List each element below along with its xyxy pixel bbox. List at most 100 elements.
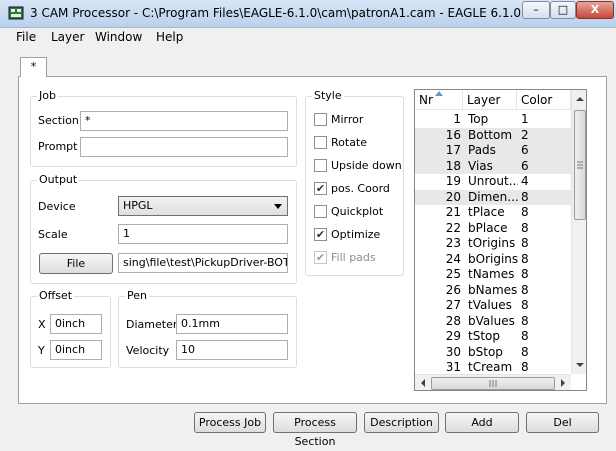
title-bar: 3 CAM Processor - C:\Program Files\EAGLE…: [0, 0, 616, 28]
process-job-button[interactable]: Process Job: [194, 412, 266, 433]
file-button[interactable]: File: [39, 253, 113, 274]
offset-y-label: Y: [38, 344, 45, 357]
upside-down-check-box[interactable]: [314, 159, 327, 172]
job-group-title: Job: [37, 89, 58, 102]
scroll-right-icon[interactable]: [556, 375, 570, 391]
layer-nr: 1: [453, 112, 461, 126]
layer-color: 8: [521, 360, 529, 374]
layer-row[interactable]: 21 tPlace 8: [415, 205, 571, 221]
horizontal-scrollbar[interactable]: [415, 374, 571, 391]
layer-row[interactable]: 27 tValues 8: [415, 298, 571, 314]
layer-color: 8: [521, 189, 529, 204]
layer-nr: 24: [445, 251, 461, 266]
layer-row[interactable]: 26 bNames 8: [415, 283, 571, 299]
color-header-label: Color: [521, 93, 553, 107]
layer-row[interactable]: 17 Pads 6: [415, 143, 571, 159]
vertical-scroll-thumb[interactable]: [574, 110, 586, 220]
layer-color: 6: [521, 158, 529, 173]
layer-name: bOrigins: [468, 251, 518, 266]
close-button[interactable]: X: [576, 1, 614, 19]
layer-color: 4: [521, 174, 529, 188]
layer-row[interactable]: 24 bOrigins 8: [415, 252, 571, 268]
offset-y-input[interactable]: 0inch: [50, 340, 102, 360]
output-group-title: Output: [37, 173, 80, 186]
layer-nr: 18: [445, 158, 461, 173]
grip-icon: [489, 380, 497, 387]
column-header-color[interactable]: Color: [517, 90, 571, 110]
layer-nr: 20: [445, 189, 461, 204]
grip-icon: [577, 161, 583, 169]
menu-window[interactable]: Window: [95, 30, 142, 44]
description-button[interactable]: Description: [364, 412, 439, 433]
layer-name: Top: [468, 112, 489, 126]
layer-name: tCream: [468, 360, 513, 374]
diameter-input[interactable]: 0.1mm: [176, 314, 288, 334]
layer-name: Bottom: [468, 127, 513, 142]
layer-color: 2: [521, 127, 529, 142]
layer-nr: 23: [445, 236, 461, 250]
layer-color: 8: [521, 267, 529, 281]
rotate-check-box[interactable]: [314, 136, 327, 149]
layer-row[interactable]: 1 Top 1: [415, 112, 571, 128]
quickplot-check-box[interactable]: [314, 205, 327, 218]
minimize-button[interactable]: –: [522, 1, 550, 19]
window-title: 3 CAM Processor - C:\Program Files\EAGLE…: [30, 6, 574, 20]
scale-input[interactable]: 1: [118, 224, 288, 244]
layer-row[interactable]: 23 tOrigins 8: [415, 236, 571, 252]
menu-layer[interactable]: Layer: [51, 30, 84, 44]
layer-row[interactable]: 28 bValues 8: [415, 314, 571, 330]
layer-nr: 26: [445, 282, 461, 297]
menu-file[interactable]: File: [16, 30, 36, 44]
layer-name: Vias: [468, 158, 493, 173]
section-input[interactable]: *: [80, 111, 288, 131]
layer-row[interactable]: 16 Bottom 2: [415, 127, 571, 143]
layer-nr: 22: [445, 220, 461, 235]
horizontal-scroll-thumb[interactable]: [431, 377, 555, 390]
layer-row[interactable]: 19 Unrout... 4: [415, 174, 571, 190]
process-section-button[interactable]: Process Section: [273, 412, 357, 448]
checkmark-icon[interactable]: ✔: [314, 182, 327, 195]
layer-nr: 31: [445, 360, 461, 374]
layer-color: 8: [521, 298, 529, 312]
add-button[interactable]: Add: [445, 412, 519, 433]
scroll-left-icon[interactable]: [416, 375, 430, 391]
sort-ascending-icon: [435, 91, 443, 96]
mirror-check-box[interactable]: [314, 113, 327, 126]
layer-color: 8: [521, 282, 529, 297]
tab-section[interactable]: *: [20, 57, 47, 77]
layer-color: 6: [521, 143, 529, 157]
layer-color: 8: [521, 205, 529, 219]
layer-row[interactable]: 25 tNames 8: [415, 267, 571, 283]
layer-color: 8: [521, 220, 529, 235]
layer-rows: 1 Top 1 16 Bottom 2 17 Pads 6 18 Vias 6 19 Unrout... 4…: [415, 112, 571, 390]
fill-pads-label: Fill pads: [331, 251, 376, 264]
column-header-nr[interactable]: Nr: [415, 90, 463, 110]
layer-list[interactable]: Nr Layer Color 1 Top 1 16 Bottom 2 17 Pads 6 18 Vi…: [414, 89, 587, 391]
scroll-up-icon[interactable]: [572, 92, 587, 106]
layer-row[interactable]: 18 Vias 6: [415, 158, 571, 174]
layer-row[interactable]: 20 Dimen... 8: [415, 189, 571, 205]
device-select[interactable]: HPGL: [118, 196, 288, 216]
checkmark-icon[interactable]: ✔: [314, 228, 327, 241]
layer-nr: 16: [445, 127, 461, 142]
offset-x-input[interactable]: 0inch: [50, 314, 102, 334]
layer-color: 8: [521, 329, 529, 343]
layer-row[interactable]: 22 bPlace 8: [415, 221, 571, 237]
nr-header-label: Nr: [419, 93, 433, 107]
checkmark-icon: ✔: [314, 251, 327, 264]
layer-row[interactable]: 30 bStop 8: [415, 345, 571, 361]
file-path-input[interactable]: sing\file\test\PickupDriver-BOT.hp: [118, 253, 288, 273]
layer-color: 8: [521, 236, 529, 250]
del-button[interactable]: Del: [526, 412, 599, 433]
layer-nr: 25: [445, 267, 461, 281]
velocity-input[interactable]: 10: [176, 340, 288, 360]
column-header-layer[interactable]: Layer: [463, 90, 517, 110]
prompt-input[interactable]: [80, 137, 288, 157]
scroll-down-icon[interactable]: [572, 358, 587, 372]
maximize-button[interactable]: □: [550, 1, 576, 19]
menu-help[interactable]: Help: [156, 30, 183, 44]
layer-nr: 17: [445, 143, 461, 157]
vertical-scrollbar[interactable]: [571, 90, 587, 374]
prompt-label: Prompt: [38, 140, 78, 153]
layer-row[interactable]: 29 tStop 8: [415, 329, 571, 345]
